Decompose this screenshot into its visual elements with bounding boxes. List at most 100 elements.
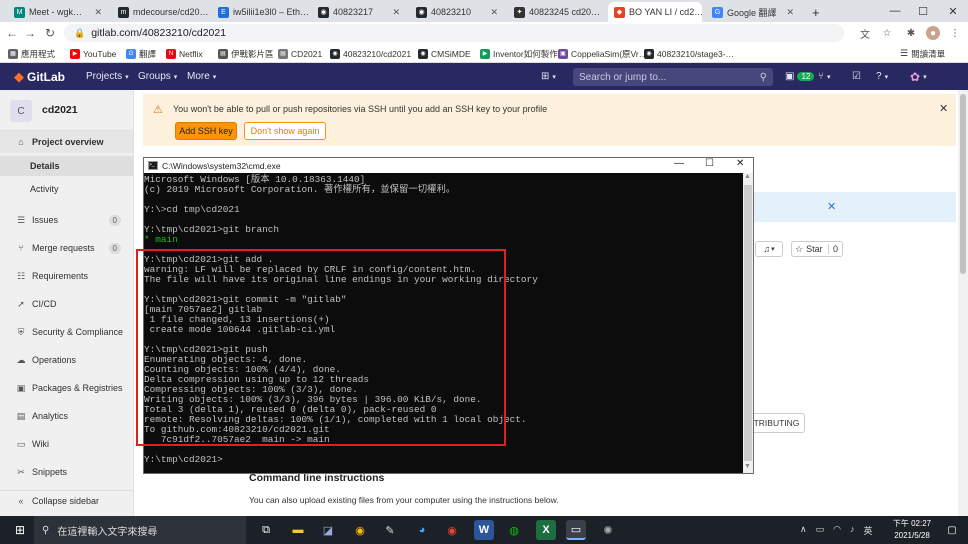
gitlab-logo[interactable]: ◆ GitLab: [14, 63, 65, 90]
volume-icon[interactable]: ♪: [850, 524, 855, 537]
cmd-scrollbar[interactable]: ▲ ▼: [743, 173, 753, 473]
cmd-title-bar[interactable]: >_ C:\Windows\system32\cmd.exe — ☐ ✕: [144, 158, 753, 173]
chrome-icon[interactable]: ◉: [350, 520, 370, 540]
project-avatar[interactable]: C: [10, 100, 32, 122]
issues-shortcut[interactable]: ▣ 12: [785, 63, 815, 90]
edge-icon[interactable]: ◕: [412, 520, 432, 540]
taskbar-clock[interactable]: 下午 02:27 2021/5/28: [888, 518, 936, 542]
todos-shortcut[interactable]: ☑: [852, 63, 861, 90]
forward-icon[interactable]: →: [22, 25, 38, 41]
ime-indicator[interactable]: 英: [863, 524, 872, 537]
bookmark-item[interactable]: ▦ 應用程式: [8, 46, 55, 61]
close-icon[interactable]: ✕: [827, 200, 836, 213]
browser-menu-icon[interactable]: ⋮: [948, 26, 962, 40]
word-icon[interactable]: W: [474, 520, 494, 540]
merge-requests-shortcut[interactable]: ⑂ ▾: [818, 63, 831, 90]
minimize-icon[interactable]: —: [880, 0, 910, 22]
network-icon[interactable]: ▭: [816, 524, 825, 537]
browser-tab[interactable]: ◉ 40823217 ✕: [312, 2, 406, 22]
groups-menu[interactable]: Groups ▾: [138, 63, 177, 90]
browser-tab[interactable]: ✦40823245 cd20…✕: [508, 2, 604, 22]
extensions-icon[interactable]: ✱: [904, 26, 918, 40]
add-ssh-key-button[interactable]: Add SSH key: [175, 122, 237, 140]
excel-icon[interactable]: X: [536, 520, 556, 540]
browser-tab[interactable]: G Google 翻譯 ✕: [706, 2, 800, 22]
more-menu[interactable]: More ▾: [187, 63, 216, 90]
browser-tab[interactable]: mmdecourse/cd20…✕: [112, 2, 208, 22]
browser-tab[interactable]: ◉ 40823210 ✕: [410, 2, 504, 22]
address-bar[interactable]: 🔒 gitlab.com/40823210/cd2021: [64, 24, 844, 42]
close-icon[interactable]: ✕: [786, 7, 794, 18]
close-icon[interactable]: ✕: [939, 102, 948, 115]
maximize-icon[interactable]: ☐: [705, 158, 714, 169]
bookmark-item[interactable]: ▣ CoppeliaSim(原Vr…: [558, 46, 647, 61]
scroll-down-icon[interactable]: ▼: [744, 463, 751, 470]
sidebar-item-packages-registries[interactable]: ▣ Packages & Registries: [0, 378, 133, 398]
cmd-taskbar-icon[interactable]: ▭: [566, 520, 586, 540]
app-icon[interactable]: ✺: [598, 520, 618, 540]
back-icon[interactable]: ←: [4, 25, 20, 41]
dont-show-again-button[interactable]: Don't show again: [244, 122, 326, 140]
notification-icon[interactable]: ▢: [942, 520, 962, 540]
browser-tab[interactable]: ◆BO YAN LI / cd2…✕: [608, 2, 702, 22]
new-tab-button[interactable]: +: [806, 2, 824, 22]
scroll-up-icon[interactable]: ▲: [744, 173, 751, 180]
sidebar-item-project-overview[interactable]: ⌂ Project overview: [0, 131, 133, 153]
bookmark-item[interactable]: ▤ 伊戰影片區: [218, 46, 274, 61]
close-icon[interactable]: ✕: [94, 7, 102, 18]
cmd-scrollbar-thumb[interactable]: [744, 185, 752, 461]
translate-icon[interactable]: 文: [858, 26, 872, 41]
user-avatar-menu[interactable]: ✿ ▾: [910, 63, 927, 90]
sidebar-item-analytics[interactable]: ▤ Analytics: [0, 406, 133, 426]
browser-tab[interactable]: Eiw5ilii1e3l0 – Eth…✕: [212, 2, 308, 22]
windows-start-icon[interactable]: ⊞: [10, 520, 30, 540]
star-button[interactable]: ☆ Star 0: [791, 241, 843, 257]
gitlab-search-input[interactable]: Search or jump to... ⚲: [573, 68, 773, 86]
sidebar-item-ci-cd[interactable]: ➚ CI/CD: [0, 294, 133, 314]
new-item-button[interactable]: ⊞ ▾: [541, 63, 556, 90]
sidebar-item-security-compliance[interactable]: ⛨ Security & Compliance: [0, 322, 133, 342]
sidebar-item-activity[interactable]: Activity: [0, 179, 133, 199]
sidebar-item-requirements[interactable]: ☷ Requirements: [0, 266, 133, 286]
notification-button[interactable]: ♫ ▾: [755, 241, 783, 257]
sidebar-item-collapse-sidebar[interactable]: « Collapse sidebar: [0, 490, 133, 510]
close-icon[interactable]: ✕: [938, 0, 968, 22]
wifi-icon[interactable]: ◠: [833, 524, 841, 537]
close-icon[interactable]: ✕: [490, 7, 498, 18]
project-name[interactable]: cd2021: [42, 104, 78, 116]
sidebar-item-wiki[interactable]: ▭ Wiki: [0, 434, 133, 454]
bookmark-item[interactable]: ▶ YouTube: [70, 46, 116, 61]
line-icon[interactable]: ◍: [504, 520, 524, 540]
taskbar-search-box[interactable]: ⚲ 在這裡輸入文字來搜尋: [34, 516, 246, 544]
close-icon[interactable]: ✕: [736, 158, 744, 169]
page-scrollbar[interactable]: [958, 90, 968, 516]
browser-tab[interactable]: M Meet - wgk… ✕: [8, 2, 108, 22]
bookmark-item[interactable]: ◉ 40823210/cd2021: [330, 46, 411, 61]
bookmark-item[interactable]: ◉ 40823210/stage3-…: [644, 46, 734, 61]
profile-avatar[interactable]: ●: [926, 26, 940, 40]
sidebar-item-snippets[interactable]: ✂ Snippets: [0, 462, 133, 482]
minimize-icon[interactable]: —: [674, 158, 684, 169]
reload-icon[interactable]: ↻: [42, 25, 58, 41]
sidebar-item-operations[interactable]: ☁ Operations: [0, 350, 133, 370]
scrollbar-thumb[interactable]: [960, 94, 966, 274]
close-icon[interactable]: ✕: [392, 7, 400, 18]
contributing-button[interactable]: TRIBUTING: [749, 413, 805, 433]
sidebar-item-issues[interactable]: ☰ Issues 0: [0, 210, 133, 230]
file-explorer-icon[interactable]: ▬: [288, 520, 308, 540]
help-menu[interactable]: ? ▾: [876, 63, 888, 90]
sidebar-item-details[interactable]: Details: [0, 156, 133, 176]
bookmark-item[interactable]: ▤ CD2021: [278, 46, 322, 61]
notepad-icon[interactable]: ◪: [318, 520, 338, 540]
sidebar-item-merge-requests[interactable]: ⑂ Merge requests 0: [0, 238, 133, 258]
reading-list[interactable]: ☰ 閱讀清單: [900, 46, 945, 61]
bookmark-item[interactable]: ◉ CMSiMDE: [418, 46, 471, 61]
pen-app-icon[interactable]: ✎: [380, 520, 400, 540]
bookmark-item[interactable]: N Netflix: [166, 46, 203, 61]
task-view-icon[interactable]: ⧉: [256, 520, 276, 540]
bookmark-item[interactable]: G 翻譯: [126, 46, 156, 61]
bookmark-star-icon[interactable]: ☆: [880, 26, 894, 40]
bookmark-item[interactable]: ▶ Inventor如何製作…: [480, 46, 566, 61]
maximize-icon[interactable]: ☐: [908, 0, 938, 22]
projects-menu[interactable]: Projects ▾: [86, 63, 129, 90]
